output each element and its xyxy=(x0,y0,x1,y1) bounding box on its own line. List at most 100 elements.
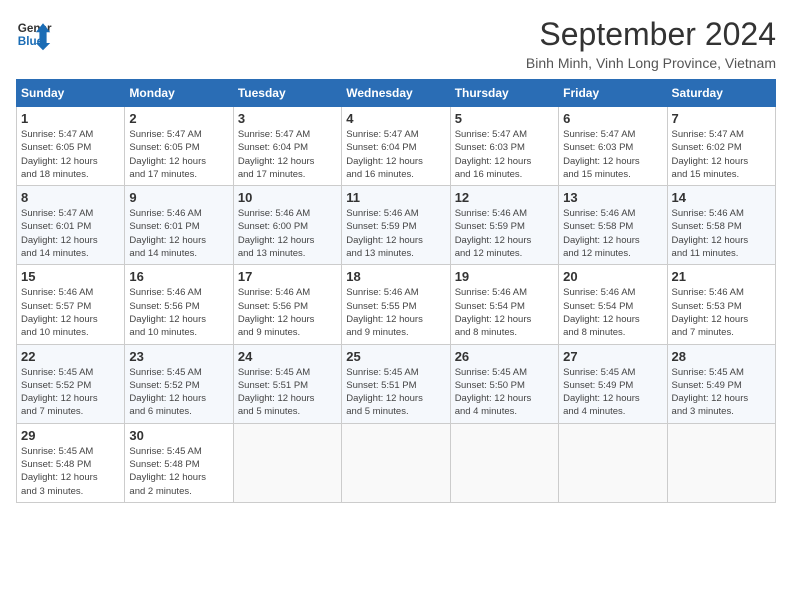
day-cell-4: 4 Sunrise: 5:47 AM Sunset: 6:04 PM Daylig… xyxy=(342,107,450,186)
header-thursday: Thursday xyxy=(450,80,558,107)
logo: General Blue xyxy=(16,16,52,52)
day-info: Sunrise: 5:46 AM Sunset: 5:58 PM Dayligh… xyxy=(672,207,771,260)
day-number: 5 xyxy=(455,111,554,126)
day-cell-29: 29 Sunrise: 5:45 AM Sunset: 5:48 PM Dayli… xyxy=(17,423,125,502)
day-cell-25: 25 Sunrise: 5:45 AM Sunset: 5:51 PM Dayli… xyxy=(342,344,450,423)
day-cell-19: 19 Sunrise: 5:46 AM Sunset: 5:54 PM Dayli… xyxy=(450,265,558,344)
day-cell-17: 17 Sunrise: 5:46 AM Sunset: 5:56 PM Dayli… xyxy=(233,265,341,344)
month-title: September 2024 xyxy=(526,16,776,53)
day-number: 22 xyxy=(21,349,120,364)
day-cell-30: 30 Sunrise: 5:45 AM Sunset: 5:48 PM Dayli… xyxy=(125,423,233,502)
day-number: 9 xyxy=(129,190,228,205)
page-header: General Blue September 2024 Binh Minh, V… xyxy=(16,16,776,71)
day-number: 7 xyxy=(672,111,771,126)
title-area: September 2024 Binh Minh, Vinh Long Prov… xyxy=(526,16,776,71)
day-cell-7: 7 Sunrise: 5:47 AM Sunset: 6:02 PM Daylig… xyxy=(667,107,775,186)
empty-cell xyxy=(342,423,450,502)
day-cell-26: 26Sunrise: 5:45 AM Sunset: 5:50 PM Dayli… xyxy=(450,344,558,423)
day-cell-23: 23 Sunrise: 5:45 AM Sunset: 5:52 PM Dayli… xyxy=(125,344,233,423)
header-friday: Friday xyxy=(559,80,667,107)
day-cell-16: 16Sunrise: 5:46 AM Sunset: 5:56 PM Dayli… xyxy=(125,265,233,344)
day-info: Sunrise: 5:45 AM Sunset: 5:48 PM Dayligh… xyxy=(21,445,120,498)
day-number: 20 xyxy=(563,269,662,284)
day-info: Sunrise: 5:45 AM Sunset: 5:49 PM Dayligh… xyxy=(563,366,662,419)
day-info: Sunrise: 5:47 AM Sunset: 6:02 PM Dayligh… xyxy=(672,128,771,181)
day-number: 18 xyxy=(346,269,445,284)
day-cell-15: 15 Sunrise: 5:46 AM Sunset: 5:57 PM Dayli… xyxy=(17,265,125,344)
empty-cell xyxy=(450,423,558,502)
day-number: 27 xyxy=(563,349,662,364)
day-cell-10: 10 Sunrise: 5:46 AM Sunset: 6:00 PM Dayli… xyxy=(233,186,341,265)
day-info: Sunrise: 5:45 AM Sunset: 5:48 PM Dayligh… xyxy=(129,445,228,498)
day-cell-18: 18 Sunrise: 5:46 AM Sunset: 5:55 PM Dayli… xyxy=(342,265,450,344)
empty-cell xyxy=(233,423,341,502)
week-row-1: 1Sunrise: 5:47 AM Sunset: 6:05 PM Daylig… xyxy=(17,107,776,186)
day-number: 10 xyxy=(238,190,337,205)
day-cell-24: 24 Sunrise: 5:45 AM Sunset: 5:51 PM Dayli… xyxy=(233,344,341,423)
day-info: Sunrise: 5:47 AM Sunset: 6:03 PM Dayligh… xyxy=(563,128,662,181)
day-info: Sunrise: 5:46 AM Sunset: 5:58 PM Dayligh… xyxy=(563,207,662,260)
day-info: Sunrise: 5:46 AM Sunset: 5:53 PM Dayligh… xyxy=(672,286,771,339)
day-number: 30 xyxy=(129,428,228,443)
day-cell-1: 1Sunrise: 5:47 AM Sunset: 6:05 PM Daylig… xyxy=(17,107,125,186)
empty-cell xyxy=(559,423,667,502)
day-info: Sunrise: 5:45 AM Sunset: 5:52 PM Dayligh… xyxy=(129,366,228,419)
day-number: 3 xyxy=(238,111,337,126)
day-info: Sunrise: 5:47 AM Sunset: 6:04 PM Dayligh… xyxy=(346,128,445,181)
day-info: Sunrise: 5:46 AM Sunset: 5:57 PM Dayligh… xyxy=(21,286,120,339)
day-info: Sunrise: 5:46 AM Sunset: 5:56 PM Dayligh… xyxy=(129,286,228,339)
day-info: Sunrise: 5:47 AM Sunset: 6:05 PM Dayligh… xyxy=(21,128,120,181)
day-info: Sunrise: 5:47 AM Sunset: 6:04 PM Dayligh… xyxy=(238,128,337,181)
week-row-4: 22 Sunrise: 5:45 AM Sunset: 5:52 PM Dayli… xyxy=(17,344,776,423)
day-cell-27: 27 Sunrise: 5:45 AM Sunset: 5:49 PM Dayli… xyxy=(559,344,667,423)
day-number: 4 xyxy=(346,111,445,126)
day-info: Sunrise: 5:46 AM Sunset: 5:54 PM Dayligh… xyxy=(455,286,554,339)
logo-icon: General Blue xyxy=(16,16,52,52)
day-number: 28 xyxy=(672,349,771,364)
week-row-3: 15 Sunrise: 5:46 AM Sunset: 5:57 PM Dayli… xyxy=(17,265,776,344)
day-number: 24 xyxy=(238,349,337,364)
day-number: 6 xyxy=(563,111,662,126)
day-number: 17 xyxy=(238,269,337,284)
day-cell-13: 13 Sunrise: 5:46 AM Sunset: 5:58 PM Dayli… xyxy=(559,186,667,265)
day-info: Sunrise: 5:45 AM Sunset: 5:51 PM Dayligh… xyxy=(346,366,445,419)
header-monday: Monday xyxy=(125,80,233,107)
header-wednesday: Wednesday xyxy=(342,80,450,107)
day-cell-11: 11 Sunrise: 5:46 AM Sunset: 5:59 PM Dayli… xyxy=(342,186,450,265)
day-number: 25 xyxy=(346,349,445,364)
header-sunday: Sunday xyxy=(17,80,125,107)
day-cell-21: 21 Sunrise: 5:46 AM Sunset: 5:53 PM Dayli… xyxy=(667,265,775,344)
day-number: 11 xyxy=(346,190,445,205)
day-cell-12: 12Sunrise: 5:46 AM Sunset: 5:59 PM Dayli… xyxy=(450,186,558,265)
calendar-header-row: SundayMondayTuesdayWednesdayThursdayFrid… xyxy=(17,80,776,107)
header-saturday: Saturday xyxy=(667,80,775,107)
day-info: Sunrise: 5:46 AM Sunset: 5:54 PM Dayligh… xyxy=(563,286,662,339)
calendar-table: SundayMondayTuesdayWednesdayThursdayFrid… xyxy=(16,79,776,503)
day-number: 29 xyxy=(21,428,120,443)
day-number: 26 xyxy=(455,349,554,364)
day-cell-2: 2Sunrise: 5:47 AM Sunset: 6:05 PM Daylig… xyxy=(125,107,233,186)
day-info: Sunrise: 5:46 AM Sunset: 6:00 PM Dayligh… xyxy=(238,207,337,260)
day-cell-6: 6 Sunrise: 5:47 AM Sunset: 6:03 PM Daylig… xyxy=(559,107,667,186)
day-cell-9: 9 Sunrise: 5:46 AM Sunset: 6:01 PM Daylig… xyxy=(125,186,233,265)
day-info: Sunrise: 5:46 AM Sunset: 5:59 PM Dayligh… xyxy=(455,207,554,260)
day-number: 19 xyxy=(455,269,554,284)
day-info: Sunrise: 5:46 AM Sunset: 5:56 PM Dayligh… xyxy=(238,286,337,339)
day-info: Sunrise: 5:45 AM Sunset: 5:49 PM Dayligh… xyxy=(672,366,771,419)
day-cell-28: 28 Sunrise: 5:45 AM Sunset: 5:49 PM Dayli… xyxy=(667,344,775,423)
day-info: Sunrise: 5:45 AM Sunset: 5:51 PM Dayligh… xyxy=(238,366,337,419)
day-number: 13 xyxy=(563,190,662,205)
day-info: Sunrise: 5:47 AM Sunset: 6:01 PM Dayligh… xyxy=(21,207,120,260)
day-info: Sunrise: 5:46 AM Sunset: 5:55 PM Dayligh… xyxy=(346,286,445,339)
day-cell-5: 5 Sunrise: 5:47 AM Sunset: 6:03 PM Daylig… xyxy=(450,107,558,186)
week-row-2: 8 Sunrise: 5:47 AM Sunset: 6:01 PM Daylig… xyxy=(17,186,776,265)
day-number: 15 xyxy=(21,269,120,284)
day-cell-22: 22Sunrise: 5:45 AM Sunset: 5:52 PM Dayli… xyxy=(17,344,125,423)
day-info: Sunrise: 5:46 AM Sunset: 6:01 PM Dayligh… xyxy=(129,207,228,260)
day-number: 21 xyxy=(672,269,771,284)
day-cell-3: 3 Sunrise: 5:47 AM Sunset: 6:04 PM Daylig… xyxy=(233,107,341,186)
day-info: Sunrise: 5:46 AM Sunset: 5:59 PM Dayligh… xyxy=(346,207,445,260)
day-number: 8 xyxy=(21,190,120,205)
day-number: 23 xyxy=(129,349,228,364)
day-info: Sunrise: 5:47 AM Sunset: 6:03 PM Dayligh… xyxy=(455,128,554,181)
